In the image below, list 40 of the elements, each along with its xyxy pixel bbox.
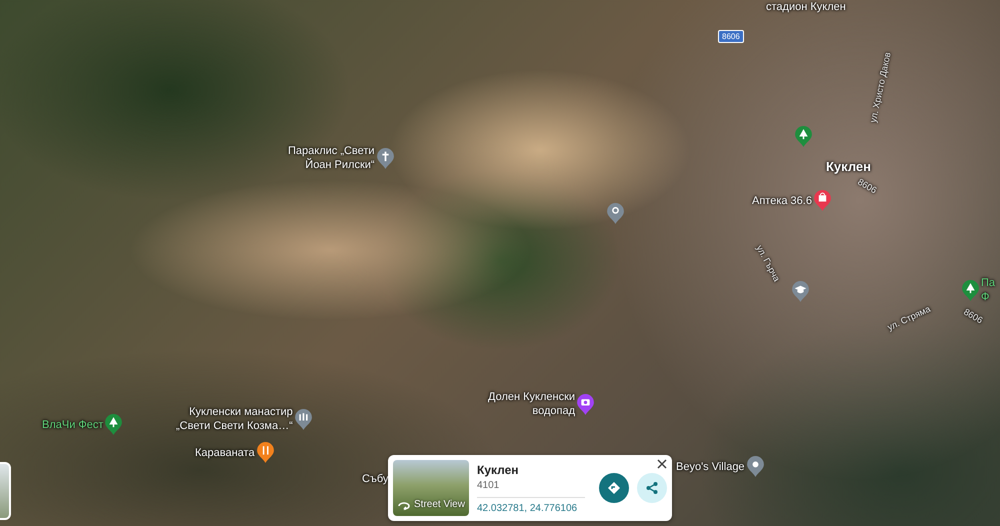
close-button[interactable]	[656, 458, 668, 470]
cross-pin-icon[interactable]	[376, 148, 394, 168]
satellite-map[interactable]	[0, 0, 1000, 526]
street-view-link[interactable]: Street View	[397, 499, 465, 510]
dot-pin-icon[interactable]	[746, 456, 764, 477]
park-label[interactable]: ВлаЧи Фест	[42, 418, 104, 432]
map-label[interactable]: Параклис „Свети Йоан Рилски“	[288, 144, 375, 172]
share-icon	[645, 481, 659, 495]
tree-pin-icon[interactable]	[962, 280, 979, 300]
fork-knife-pin-icon[interactable]	[256, 442, 274, 463]
map-label[interactable]: Аптека 36.6	[752, 194, 812, 208]
postal-code: 4101	[477, 480, 500, 490]
directions-button[interactable]	[599, 473, 629, 503]
share-button[interactable]	[637, 473, 667, 503]
street-label[interactable]: 8606	[856, 176, 878, 196]
thumbnail-card[interactable]	[0, 462, 11, 520]
street-label[interactable]: 8606	[962, 306, 984, 326]
town-label[interactable]: Куклен	[826, 160, 871, 174]
directions-icon	[607, 481, 621, 495]
route-shield[interactable]: 8606	[718, 30, 744, 43]
park-label[interactable]: Па Ф	[981, 276, 996, 304]
photo-placeholder[interactable]: Street View	[393, 460, 469, 516]
tree-pin-icon[interactable]	[795, 126, 812, 147]
camera-pin-icon[interactable]	[577, 394, 594, 414]
map-label[interactable]: Долен Кукленски водопад	[488, 390, 576, 418]
coordinates-link[interactable]: 42.032781, 24.776106	[477, 502, 585, 514]
location-pin-icon[interactable]	[607, 203, 624, 224]
place-title: Куклен	[477, 462, 520, 476]
tree-pin-icon[interactable]	[105, 414, 122, 435]
graduation-cap-pin-icon[interactable]	[792, 281, 809, 302]
columns-pin-icon[interactable]	[294, 408, 312, 430]
place-label[interactable]: стадион Куклен	[766, 0, 846, 14]
street-label[interactable]: ул. Христо Даков	[868, 51, 894, 124]
map-label[interactable]: Beyo's Village	[676, 460, 745, 474]
street-label[interactable]: ул. Гърча	[754, 243, 782, 284]
map-label[interactable]: Кукленски манастир „Свети Свети Козма…“	[176, 405, 293, 433]
rotate-arrow-icon	[397, 500, 411, 510]
place-label[interactable]: Събу	[362, 472, 388, 486]
shop-pin-icon[interactable]	[814, 190, 831, 211]
map-label[interactable]: Караваната	[195, 446, 255, 460]
